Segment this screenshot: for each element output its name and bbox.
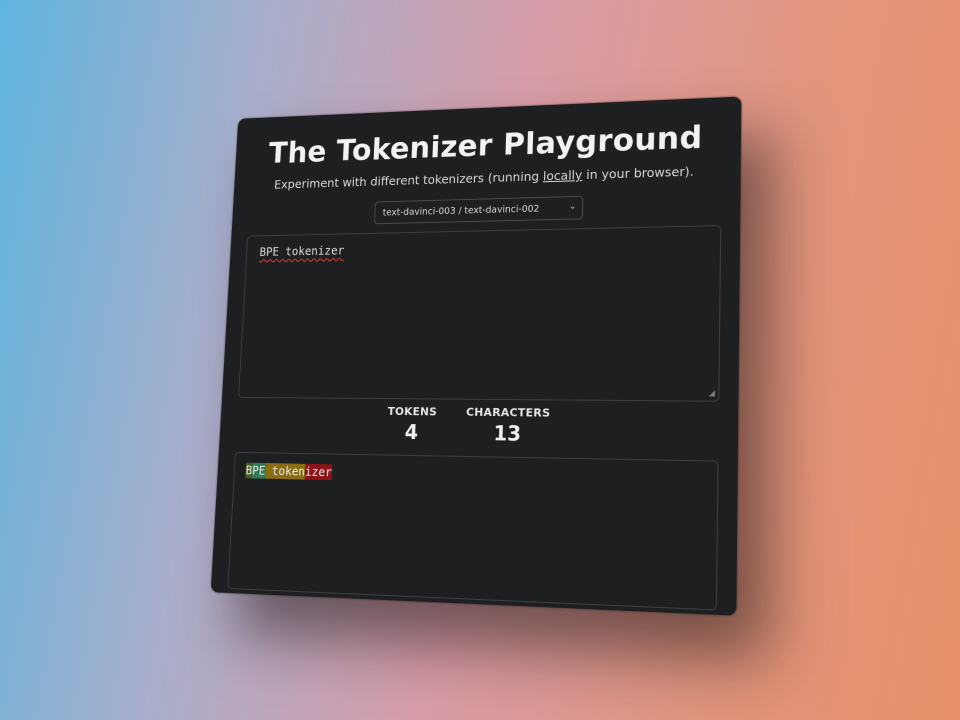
- tokens-stat: TOKENS 4: [386, 405, 437, 444]
- characters-stat: CHARACTERS 13: [465, 406, 551, 447]
- characters-label: CHARACTERS: [465, 405, 551, 420]
- page-title: The Tokenizer Playground: [267, 119, 703, 171]
- token-chip: PE: [251, 462, 266, 479]
- chevron-down-icon: ⌄: [568, 201, 577, 212]
- token-output: B PE token izer: [227, 451, 719, 611]
- resize-handle-icon[interactable]: ◢: [709, 388, 716, 397]
- token-list: B PE token izer: [245, 462, 333, 481]
- characters-count: 13: [493, 421, 522, 446]
- subtitle-text-start: Experiment with different tokenizers (ru…: [273, 168, 544, 192]
- token-chip: izer: [304, 463, 333, 481]
- stage: The Tokenizer Playground Experiment with…: [0, 0, 960, 720]
- model-select-value: text-davinci-003 / text-davinci-002: [382, 203, 540, 219]
- tokens-count: 4: [404, 420, 419, 445]
- stats-bar: TOKENS 4 CHARACTERS 13: [220, 403, 739, 449]
- subtitle-text-end: in your browser).: [582, 163, 694, 183]
- input-textarea[interactable]: BPE tokenizer ◢: [238, 225, 722, 402]
- input-text: BPE tokenizer: [259, 243, 345, 259]
- tokens-label: TOKENS: [387, 404, 438, 419]
- model-select[interactable]: text-davinci-003 / text-davinci-002 ⌄: [373, 195, 584, 225]
- tokenizer-panel: The Tokenizer Playground Experiment with…: [210, 96, 742, 616]
- locally-link[interactable]: locally: [543, 167, 583, 183]
- token-chip: token: [264, 463, 306, 480]
